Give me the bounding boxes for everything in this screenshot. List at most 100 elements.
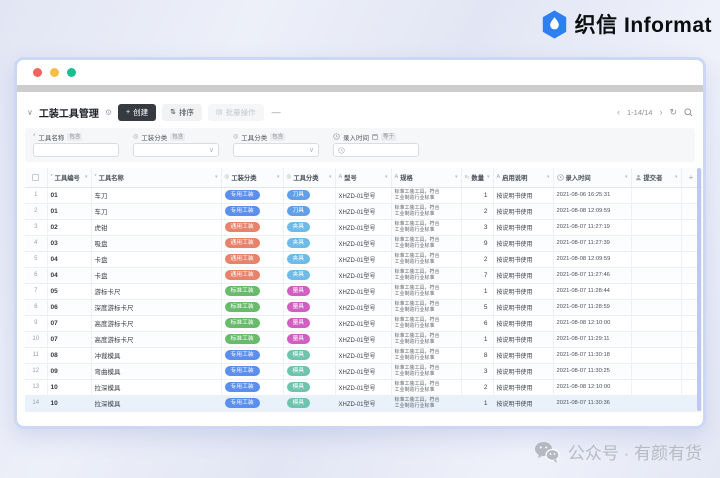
usage-note-cell[interactable]: 按说明书使用 [493,267,554,284]
model-cell[interactable]: XHZD-01型号 [335,203,392,220]
row-number-cell[interactable]: 12 [25,363,48,380]
usage-note-cell[interactable]: 按说明书使用 [493,347,554,364]
tool-type-cell[interactable]: 夹具 [283,219,336,236]
spec-cell[interactable]: 标准工装工具，符合 工业制造行业标准 [391,251,462,268]
add-column-icon[interactable]: + [689,173,694,182]
tooling-type-cell[interactable]: 标准工装 [221,331,284,348]
tool-name-cell[interactable]: 拉深模具 [91,395,222,412]
row-number-cell[interactable]: 14 [25,395,48,412]
quantity-cell[interactable]: 3 [461,363,494,380]
batch-actions-button[interactable]: ▤ 批量操作 [208,103,264,121]
tool-code-cell[interactable]: 10 [47,379,92,396]
submitter-cell[interactable] [631,315,682,332]
tool-type-cell[interactable]: 夹具 [283,251,336,268]
spec-cell[interactable]: 标准工装工具，符合 工业制造行业标准 [391,363,462,380]
tool-name-cell[interactable]: 高度游标卡尺 [91,331,222,348]
tooling-type-cell[interactable]: 专用工装 [221,187,284,204]
tool-code-cell[interactable]: 03 [47,235,92,252]
column-header-name[interactable]: * 工具名称 ▾ [91,168,222,188]
spec-cell[interactable]: 标准工装工具，符合 工业制造行业标准 [391,203,462,220]
tool-code-cell[interactable]: 04 [47,251,92,268]
entry-time-cell[interactable]: 2021-08-07 11:28:44 [553,283,632,300]
model-cell[interactable]: XHZD-01型号 [335,283,392,300]
spec-cell[interactable]: 标准工装工具，符合 工业制造行业标准 [391,347,462,364]
submitter-cell[interactable] [631,363,682,380]
gear-icon[interactable]: ⚙ [105,108,112,117]
tool-type-cell[interactable]: 量具 [283,331,336,348]
column-menu-caret-icon[interactable]: ▾ [277,174,280,180]
submitter-cell[interactable] [631,267,682,284]
column-header-model[interactable]: A 型号 ▾ [335,168,392,188]
quantity-cell[interactable]: 3 [461,219,494,236]
entry-time-cell[interactable]: 2021-08-07 11:27:19 [553,219,632,236]
quantity-cell[interactable]: 5 [461,299,494,316]
entry-time-cell[interactable]: 2021-08-07 11:30:25 [553,363,632,380]
maximize-window-button[interactable] [67,68,76,77]
usage-note-cell[interactable]: 按说明书使用 [493,219,554,236]
tooling-type-cell[interactable]: 专用工装 [221,363,284,380]
column-header-entry_time[interactable]: 录入时间 ▾ [553,168,632,188]
quantity-cell[interactable]: 1 [461,331,494,348]
usage-note-cell[interactable]: 按说明书使用 [493,203,554,220]
quantity-cell[interactable]: 6 [461,315,494,332]
submitter-cell[interactable] [631,299,682,316]
search-icon[interactable] [684,107,693,117]
row-number-cell[interactable]: 5 [25,251,48,268]
tooling-type-cell[interactable]: 专用工装 [221,379,284,396]
tool-name-cell[interactable]: 深度游标卡尺 [91,299,222,316]
quantity-cell[interactable]: 1 [461,283,494,300]
tool-code-cell[interactable]: 09 [47,363,92,380]
row-number-cell[interactable]: 1 [25,187,48,204]
entry-time-cell[interactable]: 2021-08-08 12:09:59 [553,251,632,268]
tooling-type-cell[interactable]: 通用工装 [221,267,284,284]
tool-name-cell[interactable]: 卡盘 [91,267,222,284]
submitter-cell[interactable] [631,395,682,412]
minimize-window-button[interactable] [50,68,59,77]
quantity-cell[interactable]: 1 [461,187,494,204]
tool-name-cell[interactable]: 车刀 [91,203,222,220]
row-number-cell[interactable]: 7 [25,283,48,300]
tool-code-cell[interactable]: 08 [47,347,92,364]
row-number-cell[interactable]: 2 [25,203,48,220]
tool-code-cell[interactable]: 04 [47,267,92,284]
spec-cell[interactable]: 标准工装工具，符合 工业制造行业标准 [391,299,462,316]
entry-time-cell[interactable]: 2021-08-08 12:09:59 [553,203,632,220]
tool-type-cell[interactable]: 模具 [283,347,336,364]
usage-note-cell[interactable]: 按说明书使用 [493,299,554,316]
submitter-cell[interactable] [631,251,682,268]
column-header-code[interactable]: * 工具编号 ▾ [47,168,92,188]
tool-code-cell[interactable]: 10 [47,395,92,412]
model-cell[interactable]: XHZD-01型号 [335,363,392,380]
entry-time-cell[interactable]: 2021-08-06 16:25:31 [553,187,632,204]
tool-type-cell[interactable]: 量具 [283,283,336,300]
tooling-type-filter-select[interactable]: ∨ [133,143,219,157]
tooling-type-cell[interactable]: 通用工装 [221,235,284,252]
tool-name-filter-input[interactable] [38,146,114,154]
tool-name-cell[interactable]: 吸盘 [91,235,222,252]
tooling-type-cell[interactable]: 标准工装 [221,283,284,300]
quantity-cell[interactable]: 2 [461,251,494,268]
row-number-cell[interactable]: 11 [25,347,48,364]
usage-note-cell[interactable]: 按说明书使用 [493,315,554,332]
refresh-icon[interactable]: ↻ [669,107,677,118]
column-header-rownum[interactable] [25,168,48,188]
submitter-cell[interactable] [631,347,682,364]
tooling-type-cell[interactable]: 标准工装 [221,315,284,332]
usage-note-cell[interactable]: 按说明书使用 [493,283,554,300]
spec-cell[interactable]: 标准工装工具，符合 工业制造行业标准 [391,379,462,396]
spec-cell[interactable]: 标准工装工具，符合 工业制造行业标准 [391,219,462,236]
tool-code-cell[interactable]: 05 [47,283,92,300]
column-menu-caret-icon[interactable]: ▾ [329,174,332,180]
submitter-cell[interactable] [631,187,682,204]
column-header-submitter[interactable]: 提交者 ▾ [631,168,682,188]
spec-cell[interactable]: 标准工装工具，符合 工业制造行业标准 [391,331,462,348]
entry-time-cell[interactable]: 2021-08-07 11:27:39 [553,235,632,252]
tool-code-cell[interactable]: 06 [47,299,92,316]
row-number-cell[interactable]: 4 [25,235,48,252]
tool-type-cell[interactable]: 夹具 [283,235,336,252]
model-cell[interactable]: XHZD-01型号 [335,315,392,332]
tool-name-cell[interactable]: 车刀 [91,187,222,204]
row-number-cell[interactable]: 13 [25,379,48,396]
spec-cell[interactable]: 标准工装工具，符合 工业制造行业标准 [391,267,462,284]
column-menu-caret-icon[interactable]: ▾ [547,174,550,180]
